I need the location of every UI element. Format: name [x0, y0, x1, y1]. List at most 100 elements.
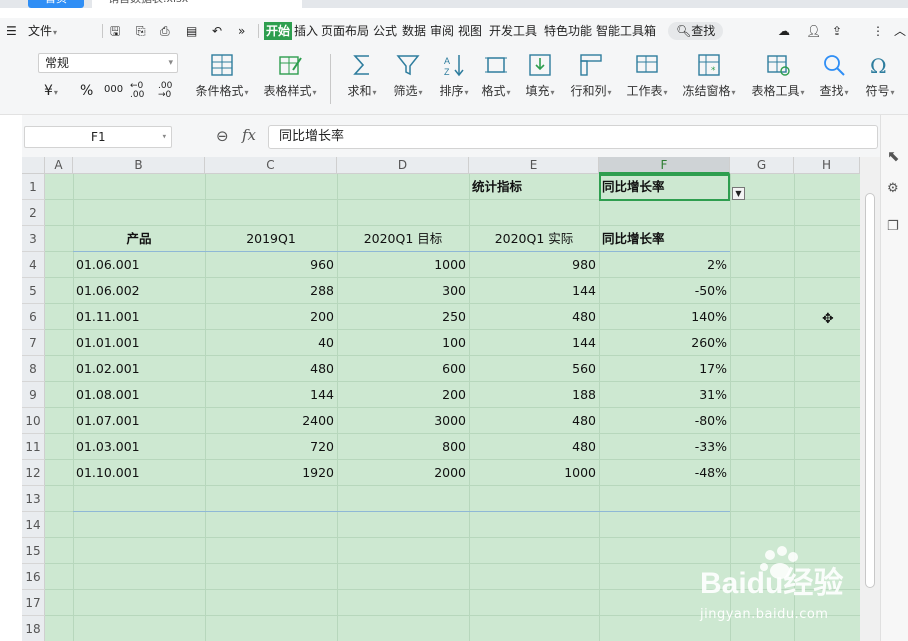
row-header-1[interactable]: 1 — [22, 174, 45, 200]
menu-tab-developer[interactable]: 开发工具 — [489, 22, 537, 40]
cell-2019q1[interactable]: 40 — [205, 330, 337, 356]
cell-2019q1[interactable]: 144 — [205, 382, 337, 408]
menu-tab-formula[interactable]: 公式 — [373, 22, 397, 40]
row-header-13[interactable]: 13 — [22, 486, 45, 512]
cell-2019q1[interactable]: 960 — [205, 252, 337, 278]
cell-2020q1-actual[interactable]: 480 — [469, 304, 599, 330]
row-col-button[interactable]: 行和列▾ — [566, 52, 616, 99]
percent-button[interactable]: % — [80, 83, 93, 99]
row-header-9[interactable]: 9 — [22, 382, 45, 408]
conditional-format-button[interactable]: 条件格式▾ — [192, 52, 252, 99]
cell-2020q1-target[interactable]: 100 — [337, 330, 469, 356]
column-header-b[interactable]: B — [73, 157, 205, 174]
symbol-button[interactable]: Ω 符号▾ — [860, 52, 900, 99]
cell-product[interactable]: 01.03.001 — [73, 434, 205, 460]
menu-tab-view[interactable]: 视图 — [458, 22, 482, 40]
increase-decimal-button[interactable]: ←0 .00 — [130, 82, 150, 100]
file-doc-tab[interactable]: 销售数据表.xlsx — [92, 0, 302, 8]
number-format-select[interactable]: 常规 ▾ — [38, 53, 178, 73]
cell-2020q1-target[interactable]: 200 — [337, 382, 469, 408]
cell-growth-rate[interactable]: -33% — [599, 434, 730, 460]
settings-sliders-icon[interactable]: ⚙ — [887, 181, 899, 196]
collapse-icon[interactable]: ︿ — [894, 22, 906, 40]
cell-2020q1-actual[interactable]: 144 — [469, 278, 599, 304]
sort-button[interactable]: AZ 排序▾ — [434, 52, 474, 99]
cell-2019q1[interactable]: 720 — [205, 434, 337, 460]
cell-growth-rate[interactable]: 140% — [599, 304, 730, 330]
cell-growth-rate[interactable]: -48% — [599, 460, 730, 486]
cell-2019q1[interactable]: 1920 — [205, 460, 337, 486]
table-tools-button[interactable]: 表格工具▾ — [748, 52, 808, 99]
scrollbar-thumb[interactable] — [865, 193, 875, 588]
cell-growth-rate[interactable]: -80% — [599, 408, 730, 434]
cell-growth-rate[interactable]: 31% — [599, 382, 730, 408]
cell-product[interactable]: 01.11.001 — [73, 304, 205, 330]
format-button[interactable]: 格式▾ — [478, 52, 514, 99]
print-preview-icon[interactable]: ▤ — [186, 22, 197, 40]
cell-2019q1[interactable]: 480 — [205, 356, 337, 382]
menu-tab-page-layout[interactable]: 页面布局 — [321, 22, 369, 40]
cell-2020q1-target[interactable]: 600 — [337, 356, 469, 382]
cell-2020q1-actual[interactable]: 480 — [469, 434, 599, 460]
row-header-14[interactable]: 14 — [22, 512, 45, 538]
row-header-17[interactable]: 17 — [22, 590, 45, 616]
undo-icon[interactable]: ↶ — [212, 22, 222, 40]
row-header-12[interactable]: 12 — [22, 460, 45, 486]
menu-tab-features[interactable]: 特色功能 — [544, 22, 592, 40]
more-icon[interactable]: » — [238, 22, 245, 40]
select-all-corner[interactable] — [22, 157, 45, 174]
cell-2020q1-actual[interactable]: 480 — [469, 408, 599, 434]
cell-product[interactable]: 01.08.001 — [73, 382, 205, 408]
formula-input[interactable]: 同比增长率 — [268, 125, 878, 149]
row-header-10[interactable]: 10 — [22, 408, 45, 434]
column-header-c[interactable]: C — [205, 157, 337, 174]
header-2020q1-target[interactable]: 2020Q1 目标 — [337, 226, 469, 252]
menu-search[interactable]: 🔍︎查找 — [668, 22, 724, 40]
cell-growth-rate[interactable]: 2% — [599, 252, 730, 278]
thousands-button[interactable]: 000 — [104, 84, 123, 95]
share-icon[interactable]: ⇪ — [832, 22, 842, 40]
fill-button[interactable]: 填充▾ — [520, 52, 560, 99]
dropdown-arrow-icon[interactable]: ▼ — [732, 187, 745, 200]
export-icon[interactable]: ⎘ — [136, 22, 146, 40]
cell-product[interactable]: 01.07.001 — [73, 408, 205, 434]
column-header-a[interactable]: A — [45, 157, 73, 174]
cell-2020q1-actual[interactable]: 560 — [469, 356, 599, 382]
filter-button[interactable]: 筛选▾ — [388, 52, 428, 99]
row-header-15[interactable]: 15 — [22, 538, 45, 564]
cell-product[interactable]: 01.10.001 — [73, 460, 205, 486]
column-header-f[interactable]: F — [599, 157, 730, 174]
cell-2019q1[interactable]: 200 — [205, 304, 337, 330]
row-header-16[interactable]: 16 — [22, 564, 45, 590]
row-header-18[interactable]: 18 — [22, 616, 45, 641]
cell-2020q1-target[interactable]: 2000 — [337, 460, 469, 486]
column-header-d[interactable]: D — [337, 157, 469, 174]
cell-2020q1-target[interactable]: 3000 — [337, 408, 469, 434]
row-header-6[interactable]: 6 — [22, 304, 45, 330]
row-header-5[interactable]: 5 — [22, 278, 45, 304]
row-header-7[interactable]: 7 — [22, 330, 45, 356]
cell-growth-rate[interactable]: 17% — [599, 356, 730, 382]
row-header-3[interactable]: 3 — [22, 226, 45, 252]
header-product[interactable]: 产品 — [73, 226, 205, 252]
cell-product[interactable]: 01.02.001 — [73, 356, 205, 382]
column-header-h[interactable]: H — [794, 157, 860, 174]
insert-function-icon[interactable]: fx — [242, 126, 256, 144]
header-2019q1[interactable]: 2019Q1 — [205, 226, 337, 252]
cell-product[interactable]: 01.01.001 — [73, 330, 205, 356]
column-header-e[interactable]: E — [469, 157, 599, 174]
name-box[interactable]: F1 ▾ — [24, 126, 172, 148]
cell-2020q1-actual[interactable]: 980 — [469, 252, 599, 278]
home-doc-tab[interactable]: 首页 — [28, 0, 84, 8]
save-icon[interactable]: 🖫 — [110, 22, 120, 40]
cell-2020q1-target[interactable]: 250 — [337, 304, 469, 330]
cell-growth-rate[interactable]: 260% — [599, 330, 730, 356]
more-options-icon[interactable]: ⋮ — [872, 22, 884, 40]
menu-file[interactable]: 文件▾ — [28, 22, 57, 40]
row-header-4[interactable]: 4 — [22, 252, 45, 278]
find-button[interactable]: 查找▾ — [814, 52, 854, 99]
menu-tab-home[interactable]: 开始 — [264, 22, 293, 40]
cell-2020q1-target[interactable]: 800 — [337, 434, 469, 460]
cell-2020q1-actual[interactable]: 1000 — [469, 460, 599, 486]
menu-tab-review[interactable]: 审阅 — [430, 22, 454, 40]
